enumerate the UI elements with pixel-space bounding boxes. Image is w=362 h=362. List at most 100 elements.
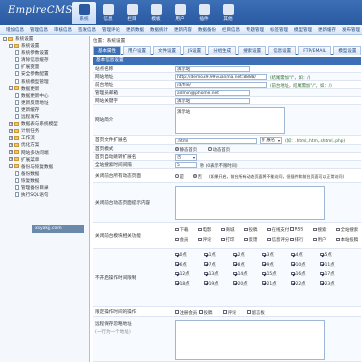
subnav-item[interactable]: 数据备份 xyxy=(198,27,216,33)
expand-icon[interactable]: + xyxy=(9,142,13,147)
subnav-item[interactable]: 模型管理 xyxy=(294,27,312,33)
sidebar-item[interactable]: 清除信息缓存 xyxy=(0,57,89,64)
checkbox-option[interactable]: 全站搜索 xyxy=(336,227,358,233)
checkbox-option[interactable]: 6点 xyxy=(175,262,187,268)
collapse-icon[interactable]: - xyxy=(3,36,7,41)
index-ext-select[interactable]: 扩展名 xyxy=(260,137,282,144)
search-time-input[interactable]: 5 xyxy=(175,162,197,168)
subnav-item[interactable]: 发布管理 xyxy=(342,27,360,33)
sidebar-item[interactable]: 恢复数据 xyxy=(0,177,89,185)
sidebar-item[interactable]: + 工作流 xyxy=(0,135,89,142)
subnav-item[interactable]: 签发信息 xyxy=(78,27,96,33)
expand-icon[interactable]: + xyxy=(9,121,13,126)
checkbox-option[interactable]: 投稿 xyxy=(199,310,212,316)
sidebar-item[interactable]: + 扩展菜单 xyxy=(0,157,89,164)
expand-icon[interactable]: + xyxy=(9,150,13,154)
sidebar-item[interactable]: 系统参数设置 xyxy=(0,50,89,57)
checkbox-option[interactable]: 17点 xyxy=(320,271,335,277)
subnav-item[interactable]: 标签管理 xyxy=(270,27,288,33)
checkbox-option[interactable]: 本站投稿 xyxy=(336,237,358,243)
checkbox-option[interactable]: 5点 xyxy=(320,252,332,258)
checkbox-option[interactable]: 投稿 xyxy=(244,227,257,233)
tab-settings[interactable]: 搜索设置 xyxy=(238,46,267,55)
keywords-input[interactable]: 演示站 xyxy=(175,98,250,104)
sidebar-item[interactable]: 数据更新中心 xyxy=(0,92,89,100)
tab-settings[interactable]: 模型设置 xyxy=(333,46,362,55)
checkbox-option[interactable]: 注册会员 xyxy=(175,310,197,316)
sidebar-item[interactable]: 系统模型管理 xyxy=(0,78,89,86)
checkbox-option[interactable]: 0点 xyxy=(175,252,187,258)
sidebar-item[interactable]: 管理备份目录 xyxy=(0,184,89,192)
checkbox-option[interactable]: 信息评分 xyxy=(267,237,289,243)
subnav-item[interactable]: 数据统计 xyxy=(150,27,168,33)
site-name-input[interactable]: 演示站 xyxy=(175,66,250,72)
checkbox-option[interactable]: 打印 xyxy=(221,237,234,243)
checkbox-option[interactable]: 20点 xyxy=(233,281,248,287)
sidebar-item[interactable]: - 备份与恢复数据 xyxy=(0,164,89,171)
sidebar-item[interactable]: - 系统设置 xyxy=(0,36,89,43)
collapse-icon[interactable]: - xyxy=(9,86,13,91)
subnav-item[interactable]: 更新内容 xyxy=(174,27,192,33)
checkbox-option[interactable]: 商城 xyxy=(221,227,234,233)
subnav-item[interactable]: 管理评论 xyxy=(102,27,120,33)
expand-icon[interactable]: + xyxy=(9,135,13,140)
sidebar-item[interactable]: - 系统设置 xyxy=(0,43,89,50)
sidebar-item[interactable]: + 优化方案 xyxy=(0,142,89,149)
admin-email-input[interactable]: admin@phome.net xyxy=(175,90,250,96)
checkbox-option[interactable]: 会员 xyxy=(175,237,188,243)
subnav-item[interactable]: 专题管理 xyxy=(246,27,264,33)
checkbox-option[interactable]: 21点 xyxy=(262,281,277,287)
checkbox-option[interactable]: 排行 xyxy=(290,237,303,243)
sidebar-item[interactable]: 执行SQL语句 xyxy=(0,192,89,199)
checkbox-option[interactable]: 搜索 xyxy=(313,227,326,233)
subnav-item[interactable]: 审核信息 xyxy=(54,27,72,33)
checkbox-option[interactable]: 评论 xyxy=(223,310,236,316)
checkbox-option[interactable]: 用户 xyxy=(313,237,326,243)
nav-info[interactable]: 信息 xyxy=(96,2,120,24)
nav-system[interactable]: 系统 xyxy=(72,2,96,24)
close-prompt-textarea[interactable] xyxy=(175,186,325,220)
nav-template[interactable]: 模板 xyxy=(144,2,168,24)
collapse-icon[interactable]: - xyxy=(9,43,13,48)
sidebar-item[interactable]: - 数据更新 xyxy=(0,86,89,93)
sidebar-item[interactable]: 安全参数配置 xyxy=(0,71,89,78)
tab-settings[interactable]: FTP/EMAIL xyxy=(298,46,332,55)
checkbox-option[interactable]: 14点 xyxy=(233,271,248,277)
checkbox-option[interactable]: 19点 xyxy=(204,281,219,287)
tab-settings[interactable]: 用户设置 xyxy=(123,46,151,55)
checkbox-option[interactable]: 在线支付 xyxy=(267,227,289,233)
checkbox-option[interactable]: 15点 xyxy=(262,271,277,277)
site-url-input[interactable]: http://demo39.99vuanma.net:8888/ xyxy=(175,74,267,80)
tab-settings[interactable]: 分组生成 xyxy=(208,46,237,55)
tab-settings[interactable]: 信息设置 xyxy=(268,46,297,55)
checkbox-option[interactable]: 留言板 xyxy=(247,310,265,316)
nav-plugin[interactable]: 插件 xyxy=(192,2,216,24)
sidebar-item[interactable]: 扩展变量 xyxy=(0,64,89,71)
index-mode-static[interactable]: 静态首页 xyxy=(175,147,197,153)
checkbox-option[interactable]: 13点 xyxy=(204,271,219,277)
subnav-item[interactable]: 增加信息 xyxy=(6,27,24,33)
sidebar-item[interactable]: + 网站多访问端 xyxy=(0,150,89,157)
checkbox-option[interactable]: 23点 xyxy=(320,281,335,287)
expand-icon[interactable]: + xyxy=(9,128,13,133)
close-site-no[interactable]: 否 xyxy=(193,174,202,180)
sidebar-item[interactable]: 远程发布 xyxy=(0,114,89,121)
checkbox-option[interactable]: 11点 xyxy=(320,262,335,268)
checkbox-option[interactable]: 22点 xyxy=(291,281,306,287)
tab-settings[interactable]: JS设置 xyxy=(183,46,207,55)
checkbox-option[interactable]: 8点 xyxy=(233,262,245,268)
checkbox-option[interactable]: 12点 xyxy=(175,271,190,277)
checkbox-option[interactable]: 18点 xyxy=(175,281,190,287)
subnav-item[interactable]: 更新数据 xyxy=(126,27,144,33)
subnav-item[interactable]: 管理信息 xyxy=(30,27,48,33)
checkbox-option[interactable]: 16点 xyxy=(291,271,306,277)
collapse-icon[interactable]: - xyxy=(9,164,13,169)
nav-column[interactable]: 栏目 xyxy=(120,2,144,24)
checkbox-option[interactable]: 2点 xyxy=(233,252,245,258)
checkbox-option[interactable]: 电影 xyxy=(198,227,211,233)
sidebar-item[interactable]: + 计划任务 xyxy=(0,128,89,135)
nav-other[interactable]: 其他 xyxy=(216,2,240,24)
index-ext2-select[interactable]: 否 xyxy=(175,153,197,161)
checkbox-option[interactable]: 4点 xyxy=(291,252,303,258)
checkbox-option[interactable]: 3点 xyxy=(262,252,274,258)
